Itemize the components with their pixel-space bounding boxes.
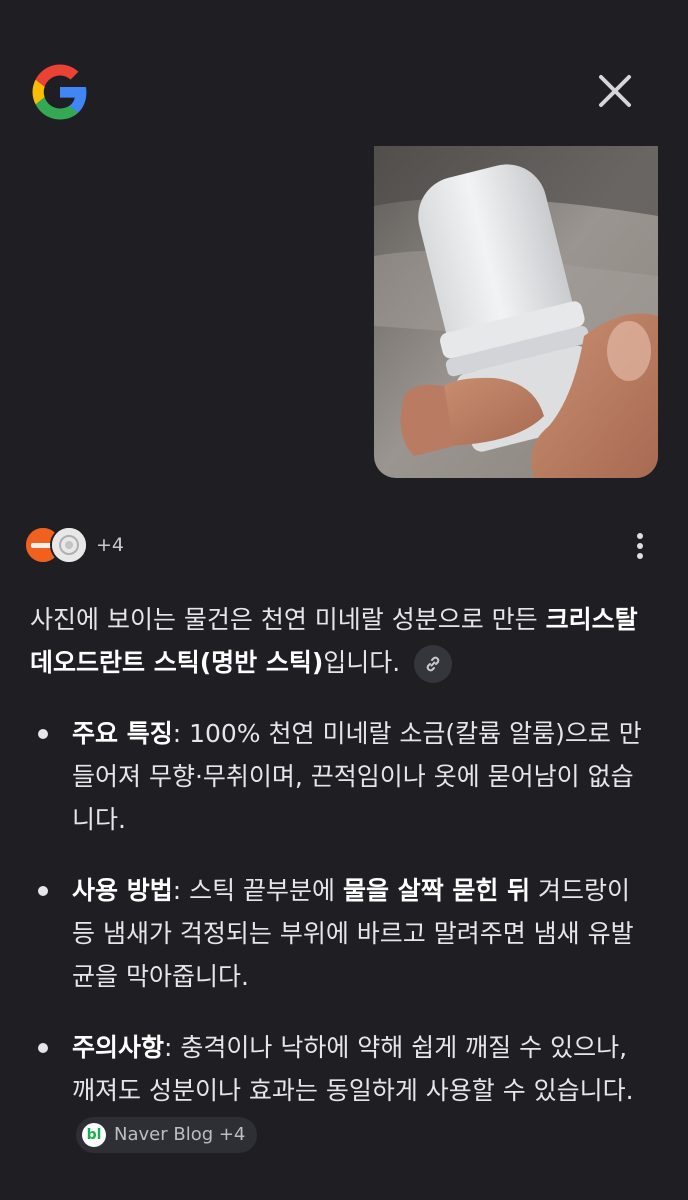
ai-answer: 사진에 보이는 물건은 천연 미네랄 성분으로 만든 크리스탈 데오드란트 스틱… xyxy=(30,598,650,1183)
bullet-title: 주의사항 xyxy=(72,1033,165,1062)
source-link-button[interactable] xyxy=(414,645,453,683)
list-item: 주요 특징: 100% 천연 미네랄 소금(칼륨 알룸)으로 만들어져 무향·무… xyxy=(30,712,650,841)
link-icon xyxy=(426,656,440,672)
more-options-icon[interactable] xyxy=(622,528,658,564)
second-source-avatar xyxy=(50,526,88,564)
close-icon[interactable] xyxy=(594,70,636,112)
globe-icon xyxy=(52,528,86,562)
deodorant-stick-photo-icon xyxy=(374,146,658,478)
bullet-text: : 스틱 끝부분에 xyxy=(172,876,343,905)
answer-bullets: 주요 특징: 100% 천연 미네랄 소금(칼륨 알룸)으로 만들어져 무향·무… xyxy=(30,712,650,1155)
citation-label: Naver Blog +4 xyxy=(114,1124,246,1145)
google-logo-icon xyxy=(32,64,87,120)
intro-text: 사진에 보이는 물건은 천연 미네랄 성분으로 만든 xyxy=(30,605,546,634)
bullet-bold-text: 물을 살짝 묻힌 뒤 xyxy=(342,876,531,905)
citation-chip[interactable]: bl Naver Blog +4 xyxy=(76,1117,258,1153)
naver-blog-icon: bl xyxy=(82,1123,106,1147)
source-count: +4 xyxy=(96,534,125,556)
query-photo[interactable] xyxy=(374,146,658,478)
answer-intro: 사진에 보이는 물건은 천연 미네랄 성분으로 만든 크리스탈 데오드란트 스틱… xyxy=(30,598,650,684)
sources-row[interactable]: +4 xyxy=(24,524,124,566)
intro-text-end: 입니다. xyxy=(323,648,401,677)
list-item: 주의사항: 충격이나 낙하에 약해 쉽게 깨질 수 있으나, 깨져도 성분이나 … xyxy=(30,1026,650,1155)
list-item: 사용 방법: 스틱 끝부분에 물을 살짝 묻힌 뒤 겨드랑이 등 냄새가 걱정되… xyxy=(30,869,650,998)
bullet-title: 사용 방법 xyxy=(72,876,173,905)
bullet-title: 주요 특징 xyxy=(72,719,173,748)
